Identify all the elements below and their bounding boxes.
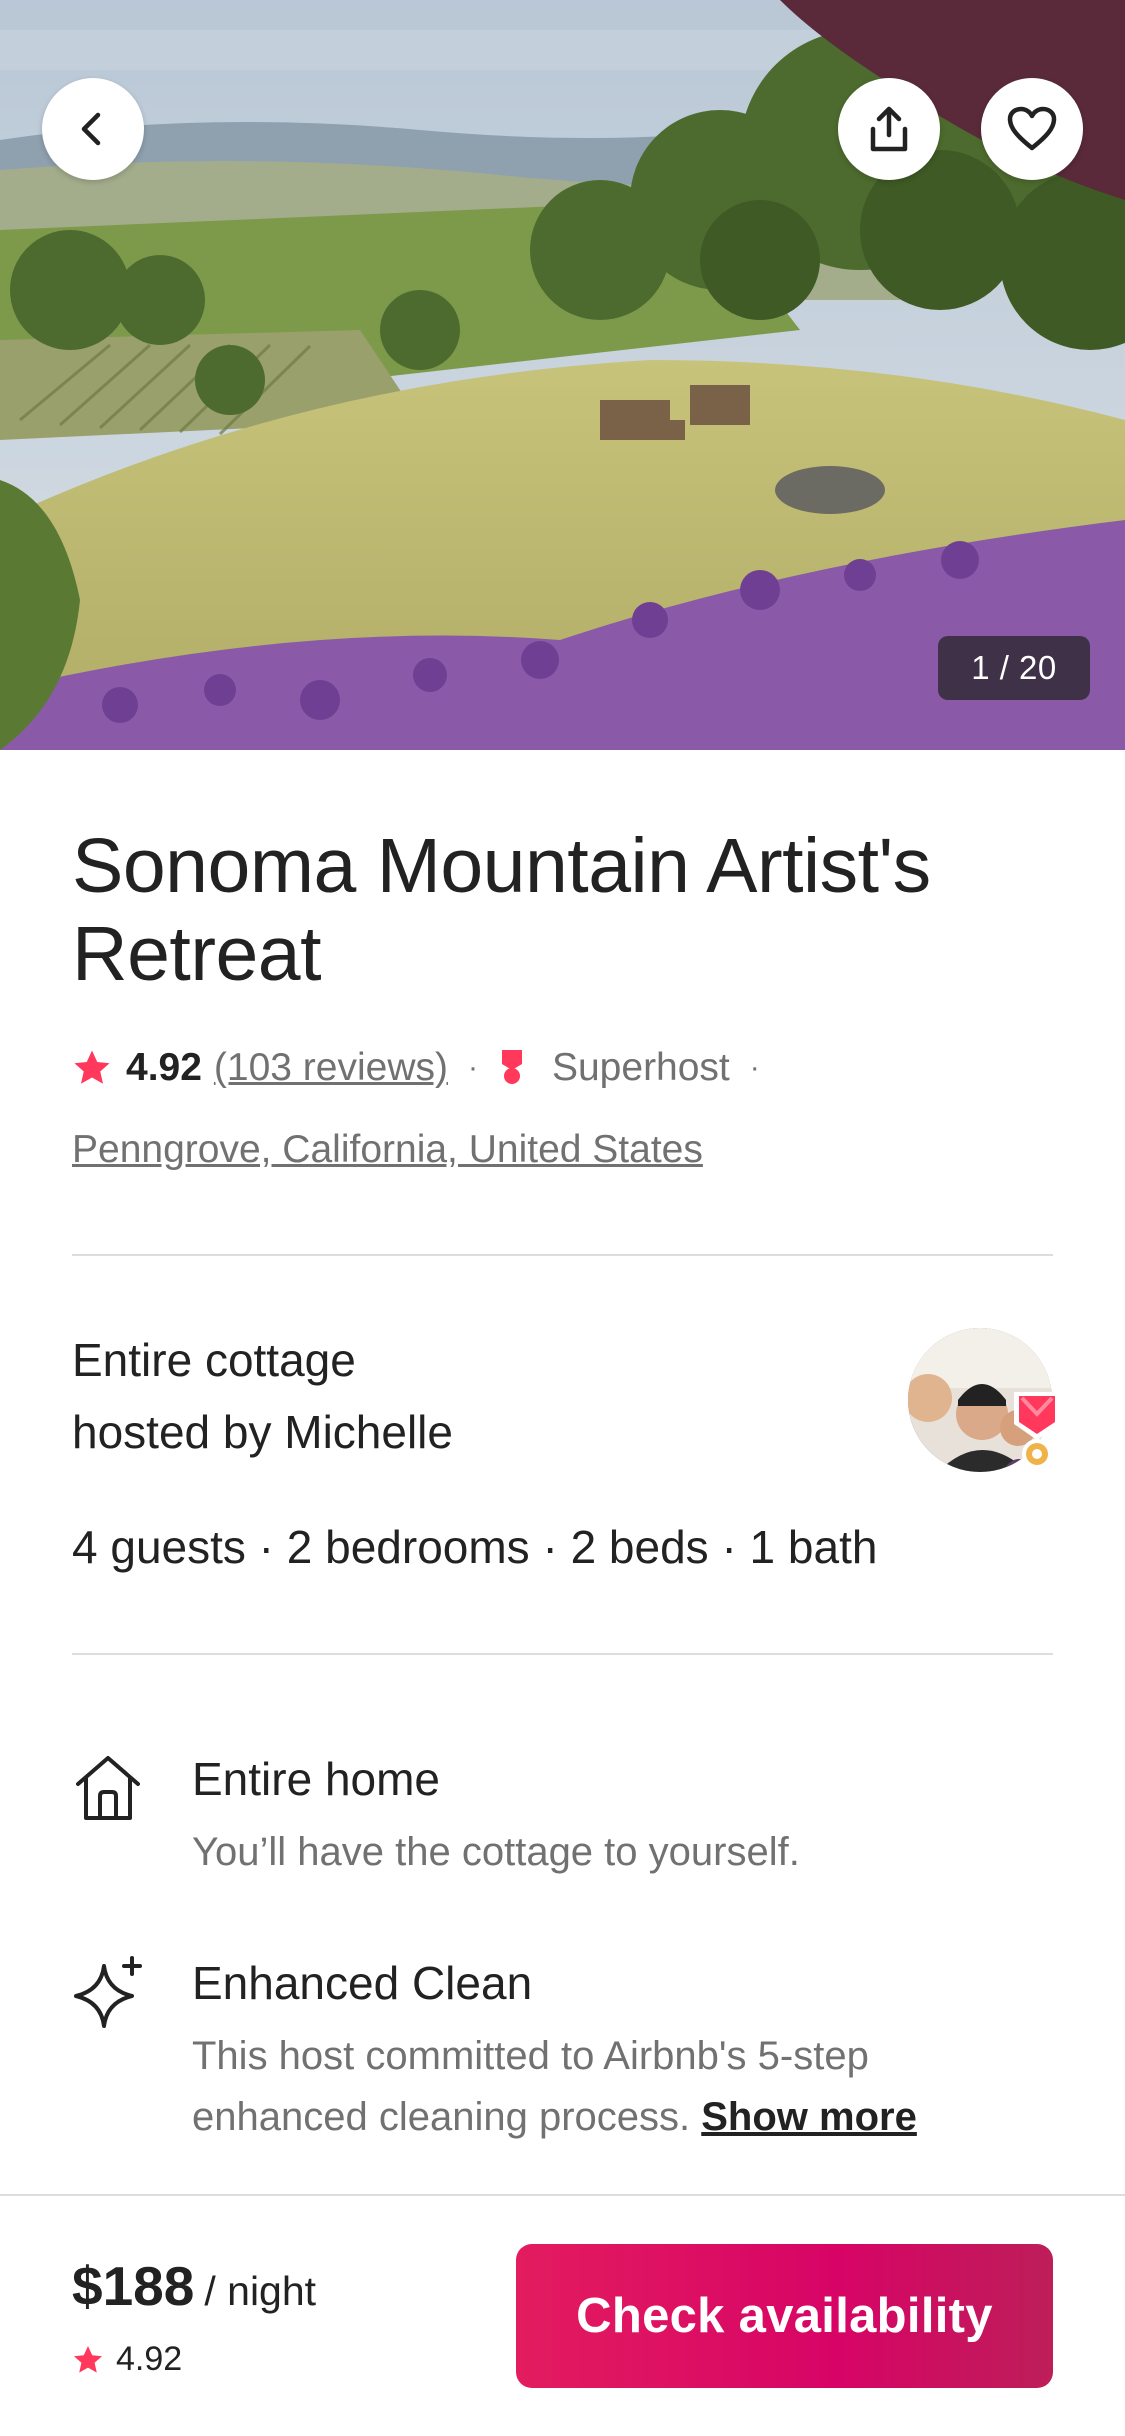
highlight-enhanced-clean-description: This host committed to Airbnb's 5-step e… [192,2026,1052,2148]
booking-footer: $188/ night 4.92 Check availability [0,2196,1125,2436]
footer-rating: 4.92 [72,2340,182,2379]
back-button[interactable] [42,78,144,180]
price-unit: / night [204,2268,317,2314]
footer-rating-value: 4.92 [116,2340,183,2378]
highlight-entire-home-description: You’ll have the cottage to yourself. [192,1830,800,1874]
listing-type: Entire cottage [72,1334,356,1386]
separator-dot: · [467,1051,478,1084]
star-icon [74,1050,110,1084]
section-divider [72,1653,1053,1655]
reviews-link[interactable]: (103 reviews) [214,1046,448,1090]
superhost-medal-icon [501,1050,522,1084]
share-button[interactable] [838,78,940,180]
listing-photo-carousel[interactable]: 1 / 20 [0,0,1125,750]
listing-title: Sonoma Mountain Artist's Retreat [72,823,931,997]
superhost-badge-icon [1014,1392,1060,1469]
share-icon [870,106,908,152]
rating-value: 4.92 [126,1046,202,1089]
price-amount: $188 [72,2255,195,2317]
superhost-label: Superhost [551,1046,730,1089]
star-icon [74,2345,102,2373]
section-divider [72,1254,1053,1256]
location-link[interactable]: Penngrove, California, United States [72,1128,703,1172]
highlight-entire-home-title: Entire home [192,1753,441,1805]
listing-meta: 4.92 (103 reviews) · Superhost · [72,1042,780,1094]
nightly-price: $188/ night [72,2254,316,2318]
hosted-by: hosted by Michelle [72,1406,453,1458]
home-icon [76,1756,140,1820]
save-wishlist-button[interactable] [981,78,1083,180]
check-availability-button[interactable]: Check availability [516,2244,1053,2388]
chevron-left-icon [81,112,101,146]
sparkle-icon [74,1956,142,2028]
heart-icon [1007,106,1057,151]
photo-counter: 1 / 20 [938,636,1090,700]
highlight-enhanced-clean-title: Enhanced Clean [192,1957,533,2009]
host-summary: Entire cottage hosted by Michelle [72,1324,453,1468]
separator-dot: · [749,1051,760,1084]
show-more-link[interactable]: Show more [701,2095,917,2139]
listing-stats: 4 guests · 2 bedrooms · 2 beds · 1 bath [72,1521,878,1573]
